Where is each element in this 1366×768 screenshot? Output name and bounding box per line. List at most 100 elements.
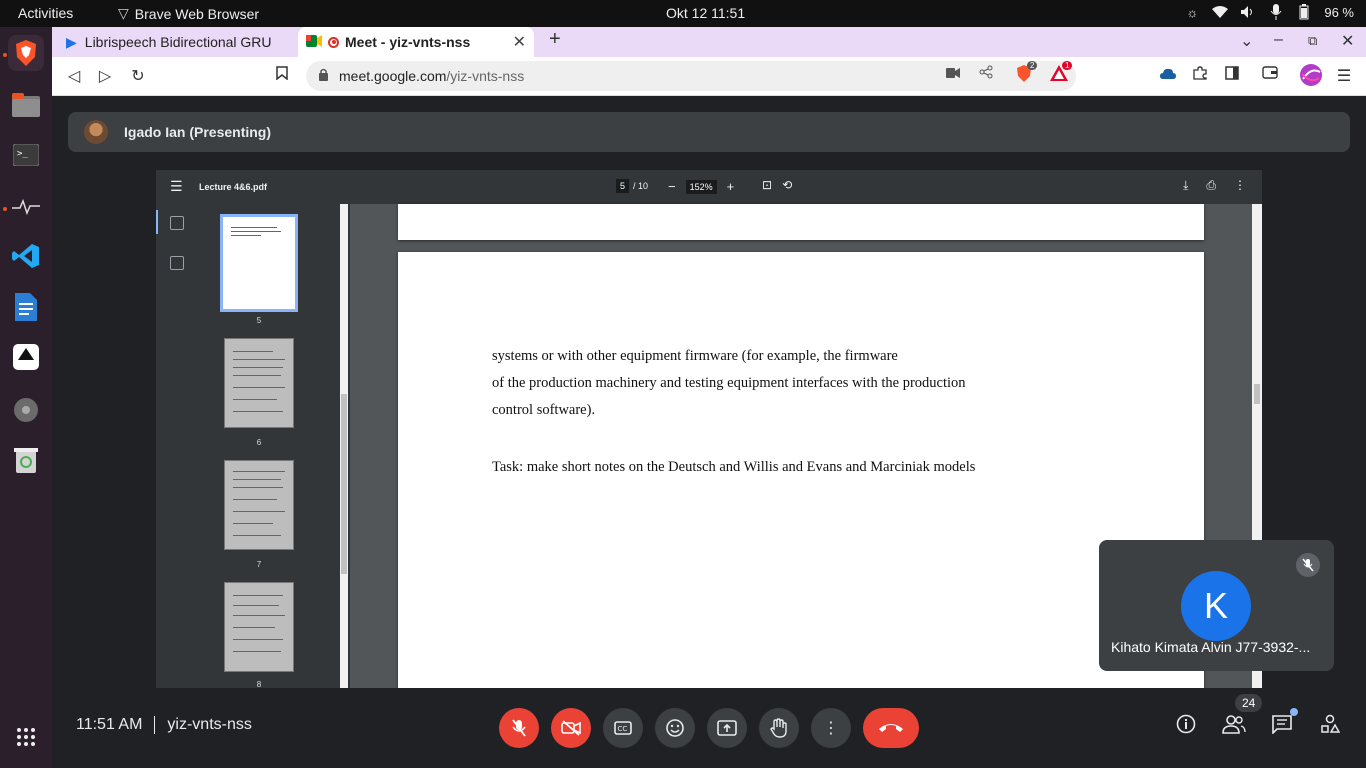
wallet-icon[interactable] bbox=[1260, 66, 1280, 84]
extensions-icon[interactable] bbox=[1190, 66, 1210, 85]
url-path: /yiz-vnts-nss bbox=[446, 68, 525, 84]
brightness-icon: ☼ bbox=[1186, 4, 1199, 20]
active-indicator bbox=[3, 53, 7, 57]
main-menu-icon[interactable]: ☰ bbox=[1334, 66, 1354, 86]
tab-meet[interactable]: Meet - yiz-vnts-nss ✕ bbox=[298, 27, 534, 57]
chat-icon[interactable] bbox=[1268, 708, 1298, 739]
volume-icon bbox=[1240, 4, 1256, 20]
presenter-bar: Igado Ian (Presenting) bbox=[68, 112, 1350, 152]
present-now-button[interactable] bbox=[707, 708, 747, 748]
download-icon: ⤓ bbox=[1183, 178, 1189, 192]
camera-off-button[interactable] bbox=[551, 708, 591, 748]
inkscape-icon[interactable] bbox=[8, 339, 44, 375]
trash-icon[interactable] bbox=[8, 441, 44, 477]
close-tab-icon[interactable]: ✕ bbox=[513, 32, 526, 52]
tab-title: Meet - yiz-vnts-nss bbox=[345, 34, 471, 50]
zoom-controls: − 152% + bbox=[668, 179, 734, 194]
tab-title: Librispeech Bidirectional GRU bbox=[84, 34, 272, 50]
thumbnail-number: 5 bbox=[256, 316, 262, 325]
brave-browser-icon[interactable] bbox=[8, 35, 44, 71]
battery-percent: 96 % bbox=[1324, 4, 1354, 20]
system-tray[interactable]: ☼ 96 % bbox=[1184, 4, 1354, 20]
thumbnail-number: 6 bbox=[256, 438, 262, 447]
current-pdf-page: systems or with other equipment firmware… bbox=[398, 252, 1204, 688]
previous-page bbox=[398, 204, 1204, 240]
system-monitor-icon[interactable] bbox=[8, 189, 44, 225]
brave-rewards-icon[interactable]: 1 bbox=[1050, 61, 1073, 84]
activities-button[interactable]: Activities bbox=[18, 5, 73, 21]
tab-strip: ▶ Librispeech Bidirectional GRU Meet - y… bbox=[52, 27, 1366, 57]
activities-icon[interactable] bbox=[1316, 714, 1344, 739]
current-time: 11:51 AM bbox=[76, 716, 143, 733]
back-icon[interactable]: ◁ bbox=[64, 66, 84, 86]
self-view-tile[interactable]: K Kihato Kimata Alvin J77-3932-... bbox=[1099, 540, 1334, 671]
more-options-button[interactable]: ⋮ bbox=[811, 708, 851, 748]
microphone-off-button[interactable] bbox=[499, 708, 539, 748]
pdf-text-line: systems or with other equipment firmware… bbox=[492, 348, 898, 364]
meet-stage: Igado Ian (Presenting) ☰ Lecture 4&6.pdf… bbox=[52, 96, 1366, 768]
tab-librispeech[interactable]: ▶ Librispeech Bidirectional GRU bbox=[56, 27, 296, 57]
youtube-play-icon: ▶ bbox=[66, 33, 77, 50]
rotate-icon: ⟲ bbox=[782, 178, 793, 192]
wifi-icon bbox=[1212, 4, 1229, 20]
more-vert-icon: ⋮ bbox=[1234, 178, 1246, 192]
participant-count-badge: 24 bbox=[1235, 694, 1263, 712]
zoom-level: 152% bbox=[685, 179, 717, 194]
pdf-menu-icon: ☰ bbox=[170, 178, 183, 194]
terminal-icon[interactable]: >_ bbox=[8, 137, 44, 173]
leave-call-button[interactable] bbox=[863, 708, 919, 748]
pdf-text-line: of the production machinery and testing … bbox=[492, 375, 966, 391]
meeting-details-icon[interactable] bbox=[1172, 714, 1200, 739]
files-icon[interactable] bbox=[8, 87, 44, 123]
chat-unread-dot bbox=[1290, 708, 1298, 716]
share-icon[interactable] bbox=[979, 65, 993, 82]
captions-button[interactable]: CC bbox=[603, 708, 643, 748]
presenter-label: Igado Ian (Presenting) bbox=[124, 124, 272, 140]
extension-cloud-icon[interactable] bbox=[1158, 66, 1178, 85]
recording-icon bbox=[328, 36, 339, 48]
thumbnail-page bbox=[224, 460, 294, 550]
new-tab-button[interactable]: + bbox=[549, 28, 561, 51]
svg-text:CC: CC bbox=[618, 725, 628, 733]
disk-icon[interactable] bbox=[8, 392, 44, 428]
presenter-avatar bbox=[84, 120, 108, 144]
camera-in-use-icon[interactable] bbox=[946, 65, 960, 81]
vscode-icon[interactable] bbox=[8, 238, 44, 274]
clock[interactable]: Okt 12 11:51 bbox=[666, 5, 745, 21]
close-window-icon[interactable]: ✕ bbox=[1341, 31, 1354, 51]
thumbnail-page bbox=[224, 582, 294, 672]
pdf-toolbar: ☰ Lecture 4&6.pdf 5 / 10 − 152% + ⊡ ⟲ ⤓ … bbox=[156, 170, 1262, 204]
profile-avatar-icon[interactable] bbox=[1300, 64, 1322, 91]
participant-name: Kihato Kimata Alvin J77-3932-... bbox=[1111, 639, 1311, 655]
current-page: 5 bbox=[616, 179, 630, 193]
dock: >_ bbox=[0, 27, 52, 768]
tab-search-icon[interactable]: ⌄ bbox=[1240, 31, 1253, 51]
participant-avatar: K bbox=[1181, 571, 1251, 641]
pdf-filename: Lecture 4&6.pdf bbox=[199, 182, 268, 192]
address-bar[interactable]: meet.google.com/yiz-vnts-nss bbox=[306, 61, 1076, 91]
reload-icon[interactable]: ↻ bbox=[128, 66, 148, 86]
people-icon[interactable] bbox=[1220, 714, 1248, 739]
forward-icon[interactable]: ▷ bbox=[95, 66, 115, 86]
pdf-text-line: control software). bbox=[492, 402, 596, 418]
svg-text:>_: >_ bbox=[17, 149, 28, 159]
muted-mic-icon bbox=[1296, 553, 1320, 577]
sidebar-icon[interactable] bbox=[1222, 66, 1242, 85]
app-menu[interactable]: ▽ Brave Web Browser bbox=[118, 5, 259, 22]
battery-icon bbox=[1296, 4, 1312, 20]
total-pages: / 10 bbox=[633, 181, 649, 191]
bookmark-icon[interactable] bbox=[272, 66, 292, 85]
shared-screen-pdf-viewer: ☰ Lecture 4&6.pdf 5 / 10 − 152% + ⊡ ⟲ ⤓ … bbox=[156, 170, 1262, 688]
lock-icon[interactable] bbox=[318, 68, 329, 84]
writer-icon[interactable] bbox=[8, 289, 44, 325]
brave-shields-icon[interactable]: 2 bbox=[1016, 61, 1038, 86]
restore-icon[interactable]: ⧉ bbox=[1308, 33, 1317, 49]
reactions-button[interactable] bbox=[655, 708, 695, 748]
minimize-icon[interactable]: – bbox=[1274, 31, 1283, 49]
raise-hand-button[interactable] bbox=[759, 708, 799, 748]
fit-page-icon: ⊡ bbox=[762, 178, 773, 192]
app-grid-icon[interactable] bbox=[8, 719, 44, 755]
meeting-code: yiz-vnts-nss bbox=[167, 716, 252, 733]
divider bbox=[154, 716, 156, 734]
thumbnail-scrollbar bbox=[340, 204, 348, 688]
